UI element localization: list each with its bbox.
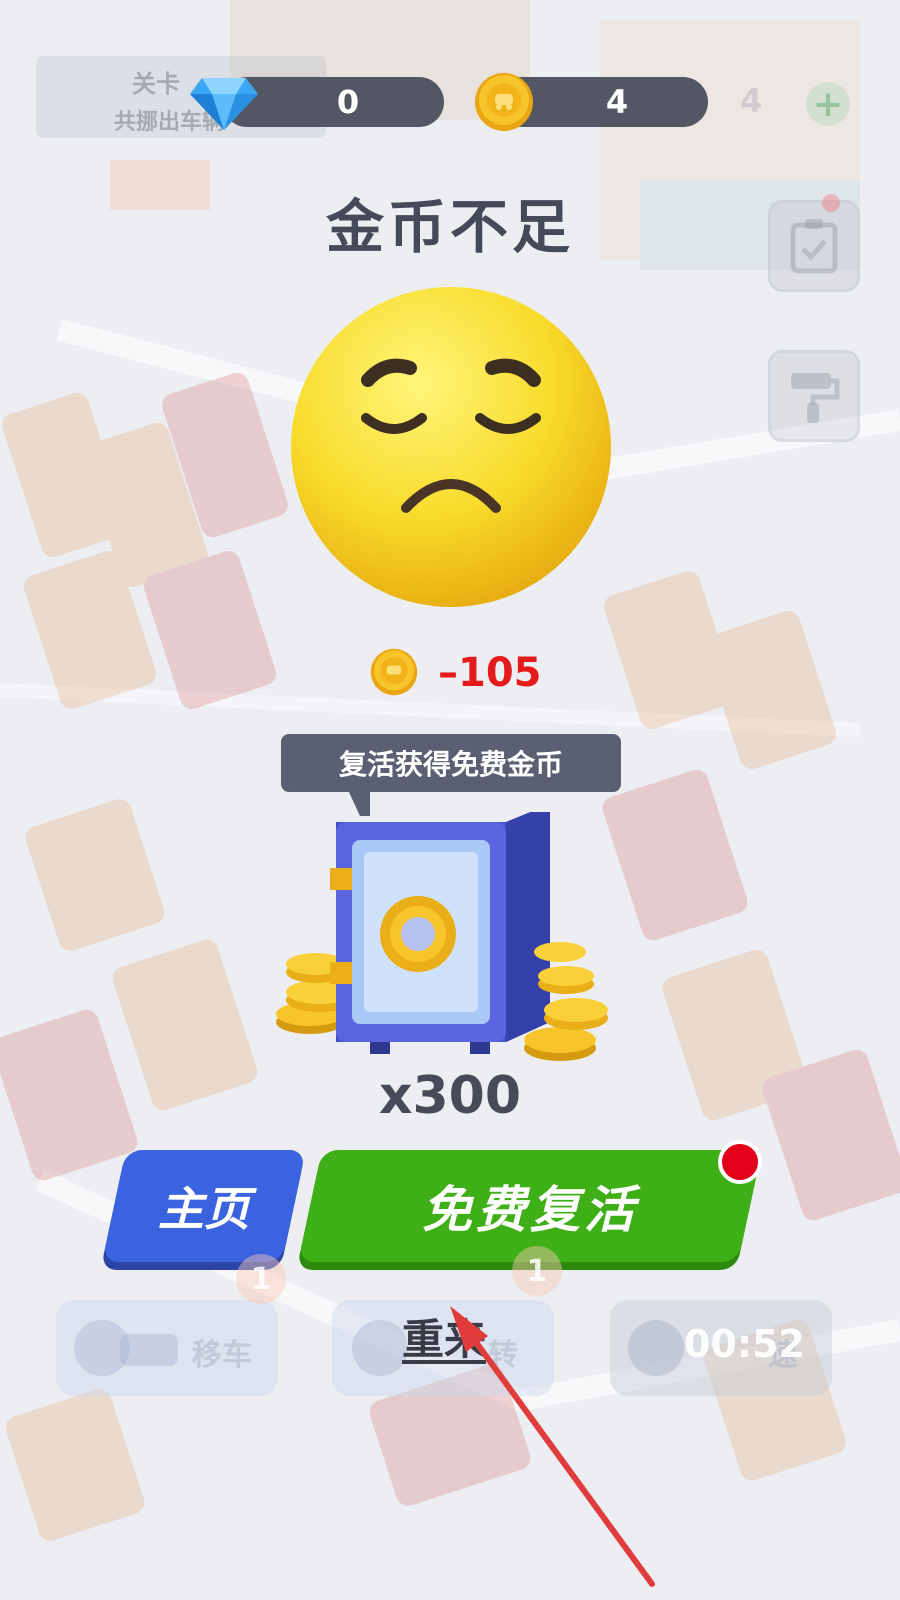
level-title: 关卡 [132, 70, 180, 98]
paint-button[interactable] [768, 350, 860, 442]
wrench-car-icon [74, 1320, 178, 1376]
coin-count: 4 [605, 83, 629, 121]
add-coins-button[interactable]: + [806, 82, 850, 126]
home-button-label[interactable]: 主页 [114, 1150, 294, 1262]
dialog-title: 金币不足 [325, 193, 574, 261]
plus-icon: + [812, 83, 844, 125]
cost-coin-icon [370, 648, 418, 696]
rotate-label: 转 [488, 1338, 518, 1373]
rotate-badge: 1 [512, 1246, 562, 1296]
move-car-badge: 1 [236, 1254, 286, 1304]
diamond-icon [190, 78, 258, 130]
move-car-label: 移车 [192, 1338, 252, 1373]
free-revive-button-label[interactable]: 免费复活 [310, 1150, 750, 1262]
coin-safe-icon [276, 812, 608, 1061]
paint-roller-icon [791, 373, 840, 423]
retry-button[interactable]: 重来 [402, 1306, 486, 1367]
revive-tooltip: 复活获得免费金币 [281, 734, 621, 792]
coin-cost: –105 [438, 650, 542, 696]
revive-notification-dot [718, 1140, 762, 1184]
sad-face-icon [291, 287, 611, 607]
reward-amount: x300 [378, 1066, 522, 1126]
coin-icon [475, 73, 533, 131]
speedometer-icon [628, 1320, 684, 1376]
ghost-coin-count: 4 [740, 82, 763, 120]
gem-count: 0 [336, 83, 360, 121]
level-timer: 00:52 [684, 1322, 805, 1366]
